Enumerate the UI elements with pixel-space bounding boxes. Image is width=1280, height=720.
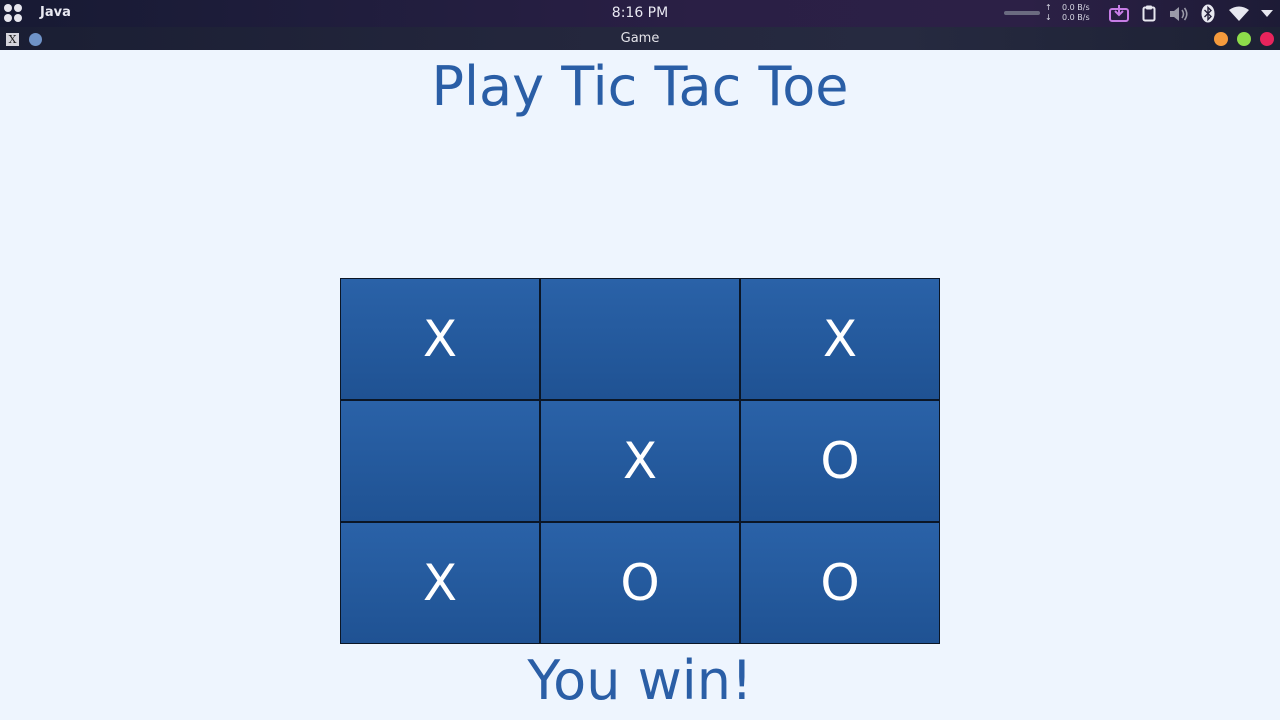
- close-button[interactable]: [1260, 32, 1274, 46]
- upload-arrow-icon: ↑: [1045, 3, 1052, 12]
- download-speed: 0.0 B/s: [1062, 13, 1090, 22]
- network-arrows: ↑ ↓: [1045, 3, 1052, 23]
- game-title: Play Tic Tac Toe: [431, 55, 849, 118]
- chevron-down-icon[interactable]: [1259, 4, 1275, 23]
- maximize-button[interactable]: [1237, 32, 1251, 46]
- bluetooth-icon[interactable]: [1199, 4, 1217, 23]
- clipboard-icon[interactable]: [1140, 4, 1158, 23]
- system-panel: Java 8:16 PM ↑ ↓ 0.0 B/s 0.0 B/s: [0, 0, 1280, 27]
- upload-speed: 0.0 B/s: [1062, 3, 1090, 12]
- download-manager-icon[interactable]: [1107, 4, 1131, 23]
- volume-icon[interactable]: [1168, 4, 1190, 23]
- board-cell-2[interactable]: [540, 278, 740, 400]
- wifi-icon[interactable]: [1227, 4, 1251, 23]
- game-board: X X X O X O O: [340, 278, 940, 644]
- window-title: Game: [620, 31, 660, 46]
- window-title-bar[interactable]: X Game: [0, 27, 1280, 50]
- board-cell-6[interactable]: O: [740, 400, 940, 522]
- network-slider: [1004, 11, 1040, 15]
- board-cell-8[interactable]: O: [540, 522, 740, 644]
- board-cell-9[interactable]: O: [740, 522, 940, 644]
- game-result: You win!: [527, 649, 753, 712]
- network-speed[interactable]: 0.0 B/s 0.0 B/s: [1062, 3, 1090, 23]
- board-cell-5[interactable]: X: [540, 400, 740, 522]
- board-cell-7[interactable]: X: [340, 522, 540, 644]
- board-cell-4[interactable]: [340, 400, 540, 522]
- minimize-button[interactable]: [1214, 32, 1228, 46]
- board-cell-3[interactable]: X: [740, 278, 940, 400]
- download-arrow-icon: ↓: [1045, 13, 1052, 22]
- board-cell-1[interactable]: X: [340, 278, 540, 400]
